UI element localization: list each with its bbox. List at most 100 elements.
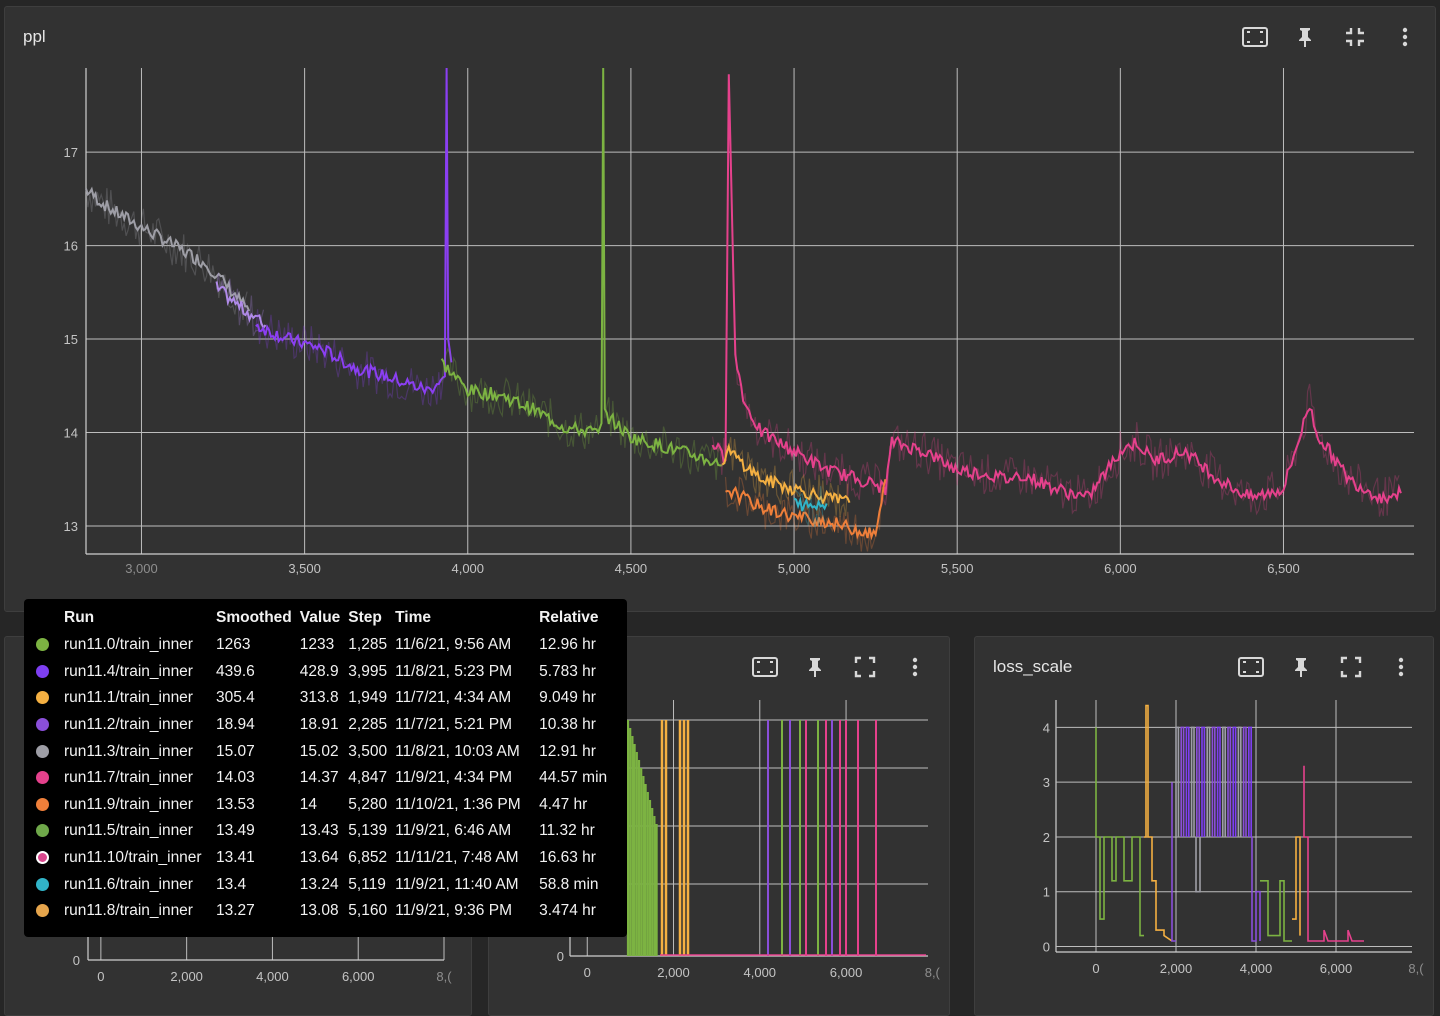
cell-time: 11/9/21, 6:46 AM — [395, 822, 512, 840]
y-tick-label: 17 — [64, 145, 78, 160]
cell-step: 5,160 — [348, 902, 388, 920]
series-raw-line — [441, 67, 721, 480]
cell-step: 3,995 — [348, 662, 388, 680]
cell-smoothed: 14.03 — [216, 769, 255, 787]
cell-run: run11.10/train_inner — [64, 849, 202, 867]
cell-run: run11.3/train_inner — [64, 742, 193, 760]
run-color-swatch — [36, 824, 49, 838]
cell-time: 11/8/21, 5:23 PM — [395, 662, 512, 680]
series-line — [711, 74, 1402, 505]
more-vert-icon[interactable] — [901, 655, 929, 679]
y-tick-label: 13 — [64, 519, 78, 534]
tooltip-row: run11.9/train_inner 13.53 14 5,280 11/10/21,… — [24, 792, 611, 819]
cell-relative: 5.783 hr — [539, 662, 596, 680]
cell-value: 13.43 — [299, 822, 339, 840]
series-line — [255, 67, 453, 396]
cell-value: 18.91 — [299, 716, 339, 734]
fit-domain-icon[interactable] — [1237, 655, 1265, 679]
cell-smoothed: 15.07 — [216, 742, 255, 760]
cell-run: run11.6/train_inner — [64, 875, 193, 893]
run-color-swatch — [36, 851, 49, 865]
run-color-swatch — [36, 904, 49, 918]
expand-icon[interactable] — [1337, 655, 1365, 679]
header-smoothed: Smoothed — [216, 609, 292, 626]
cell-smoothed: 13.49 — [216, 822, 255, 840]
cell-step: 5,139 — [348, 822, 388, 840]
y-tick-label: 15 — [64, 332, 78, 347]
cell-step: 3,500 — [348, 742, 388, 760]
y-tick-label: 14 — [64, 426, 78, 441]
panel-toolbar — [751, 655, 929, 679]
cell-smoothed: 18.94 — [216, 716, 255, 734]
tooltip-row: run11.10/train_inner 13.41 13.64 6,852 11/11… — [24, 845, 611, 872]
cell-step: 1,285 — [348, 636, 388, 654]
tooltip-header-row: Run Smoothed Value Step Time Relative — [24, 609, 611, 632]
pin-icon[interactable] — [801, 655, 829, 679]
cell-time: 11/9/21, 4:34 PM — [395, 769, 512, 787]
expand-icon[interactable] — [851, 655, 879, 679]
more-vert-icon[interactable] — [1387, 655, 1415, 679]
header-run: Run — [64, 609, 95, 626]
cell-time: 11/10/21, 1:36 PM — [395, 795, 521, 813]
cell-value: 13.64 — [299, 849, 339, 867]
cell-step: 5,119 — [348, 875, 386, 893]
cell-time: 11/8/21, 10:03 AM — [395, 742, 520, 760]
cell-relative: 4.47 hr — [539, 795, 588, 813]
run-color-swatch — [36, 638, 49, 652]
header-time: Time — [395, 609, 431, 626]
cell-relative: 12.91 hr — [539, 742, 596, 760]
tooltip-row: run11.8/train_inner 13.27 13.08 5,160 11/9/2… — [24, 898, 611, 925]
pin-icon[interactable] — [1287, 655, 1315, 679]
cell-time: 11/9/21, 11:40 AM — [395, 875, 519, 893]
tooltip-row: run11.7/train_inner 14.03 14.37 4,847 11/9/2… — [24, 765, 611, 792]
cell-run: run11.1/train_inner — [64, 689, 193, 707]
cell-run: run11.9/train_inner — [64, 795, 193, 813]
cell-relative: 58.8 min — [539, 875, 599, 893]
run-color-swatch — [36, 718, 49, 732]
x-tick-label: 5,500 — [941, 561, 974, 576]
cell-value: 13.24 — [299, 875, 339, 893]
y-tick-label: 16 — [64, 239, 78, 254]
cell-smoothed: 1263 — [216, 636, 251, 654]
tooltip-row: run11.5/train_inner 13.49 13.43 5,139 11/9/2… — [24, 818, 611, 845]
cell-time: 11/6/21, 9:56 AM — [395, 636, 512, 654]
x-tick-label: 3,500 — [288, 561, 321, 576]
tooltip-row: run11.4/train_inner 439.6 428.9 3,995 11/8/2… — [24, 659, 611, 686]
run-color-swatch — [36, 771, 49, 785]
cell-step: 1,949 — [348, 689, 388, 707]
tooltip-row: run11.0/train_inner 1263 1233 1,285 11/6/21,… — [24, 632, 611, 659]
cell-step: 4,847 — [348, 769, 388, 787]
cell-value: 313.8 — [299, 689, 339, 707]
header-value: Value — [299, 609, 341, 626]
cell-relative: 11.32 hr — [539, 822, 595, 840]
series-line — [85, 186, 251, 312]
cell-run: run11.2/train_inner — [64, 716, 193, 734]
cell-time: 11/7/21, 5:21 PM — [395, 716, 512, 734]
cell-value: 1233 — [299, 636, 335, 654]
run-color-swatch — [36, 877, 49, 891]
cell-value: 13.08 — [299, 902, 339, 920]
cell-relative: 12.96 hr — [539, 636, 596, 654]
cell-relative: 10.38 hr — [539, 716, 596, 734]
cell-smoothed: 13.27 — [216, 902, 255, 920]
cell-value: 14 — [299, 795, 318, 813]
series-raw-line — [255, 67, 451, 407]
panel-title: loss_scale — [993, 657, 1073, 676]
cell-run: run11.0/train_inner — [64, 636, 193, 654]
panel-toolbar — [1237, 655, 1415, 679]
x-tick-label: 4,500 — [615, 561, 648, 576]
loss-scale-panel: loss_scale — [974, 636, 1434, 1016]
cell-relative: 16.63 hr — [539, 849, 596, 867]
cell-relative: 9.049 hr — [539, 689, 596, 707]
hover-tooltip: Run Smoothed Value Step Time Relative ru… — [24, 599, 627, 937]
cell-value: 14.37 — [299, 769, 339, 787]
x-tick-label: 4,000 — [451, 561, 484, 576]
ppl-chart[interactable]: 3,000 3,500 4,000 4,500 5,000 5,500 6,000 6,500… — [0, 0, 1440, 612]
cell-time: 11/9/21, 9:36 PM — [395, 902, 512, 920]
run-color-swatch — [36, 797, 49, 811]
fit-domain-icon[interactable] — [751, 655, 779, 679]
x-tick-label: 5,000 — [778, 561, 811, 576]
cell-time: 11/11/21, 7:48 AM — [395, 849, 519, 867]
cell-relative: 3.474 hr — [539, 902, 596, 920]
cell-smoothed: 13.4 — [216, 875, 247, 893]
